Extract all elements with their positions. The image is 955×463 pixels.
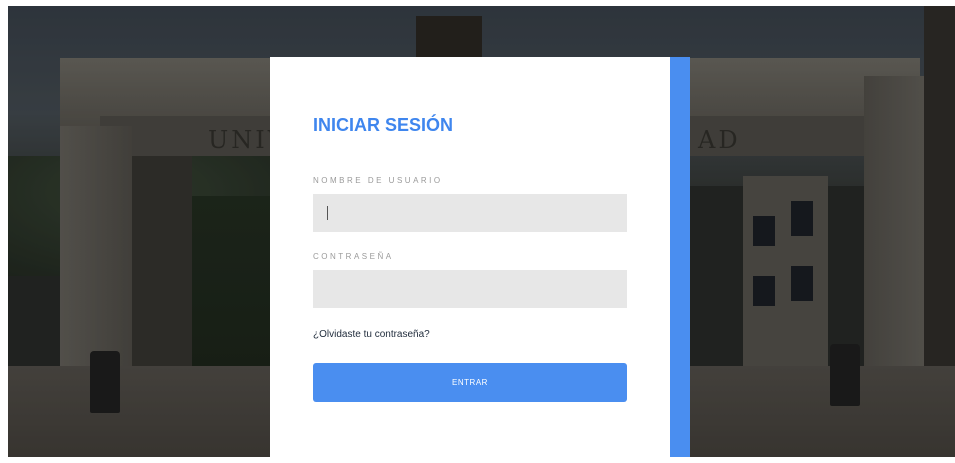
forgot-password-link[interactable]: ¿Olvidaste tu contraseña? bbox=[313, 329, 430, 340]
username-input[interactable] bbox=[313, 194, 627, 232]
username-label: NOMBRE DE USUARIO bbox=[313, 176, 443, 185]
login-submit-button[interactable]: ENTRAR bbox=[313, 363, 627, 402]
text-caret bbox=[327, 206, 328, 220]
password-input[interactable] bbox=[313, 270, 627, 308]
login-screen: UNIV AD INICIAR SESIÓN NOMBRE DE USUARIO… bbox=[8, 6, 955, 457]
login-title: INICIAR SESIÓN bbox=[313, 115, 454, 135]
login-card: INICIAR SESIÓN NOMBRE DE USUARIO CONTRAS… bbox=[270, 57, 670, 457]
card-accent-bar bbox=[670, 57, 690, 457]
password-label: CONTRASEÑA bbox=[313, 252, 394, 261]
